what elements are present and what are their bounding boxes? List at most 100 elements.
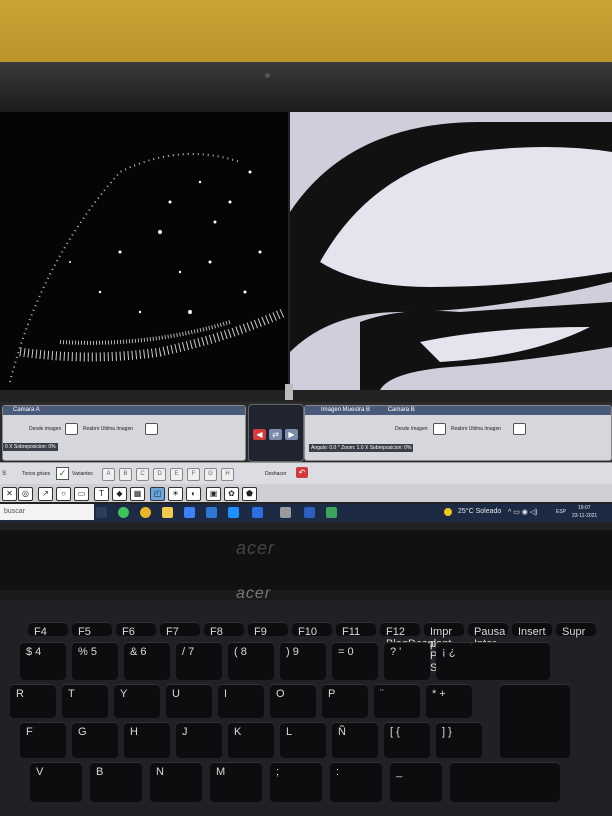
variant-c-button[interactable]: C	[136, 468, 149, 481]
variant-g-button[interactable]: G	[204, 468, 217, 481]
grid-tool-icon[interactable]: ▦	[130, 487, 145, 501]
key-r2-2[interactable]: Y	[114, 684, 160, 718]
tab-sample-image[interactable]: Imagen Muestra B	[321, 407, 370, 413]
key-fn-9[interactable]: Impr pant Pet Sis	[424, 622, 464, 674]
undo-icon[interactable]: ↶	[296, 467, 308, 478]
key-r2-7[interactable]: ¨	[374, 684, 420, 718]
whatsapp-icon[interactable]	[118, 507, 129, 518]
key-num-2[interactable]: & 6	[124, 642, 170, 680]
key-num-6[interactable]: = 0	[332, 642, 378, 680]
shift-key[interactable]	[450, 762, 560, 802]
brightness-icon[interactable]: ☀	[168, 487, 183, 501]
key-num-0[interactable]: $ 4	[20, 642, 66, 680]
key-r4-0[interactable]: V	[30, 762, 82, 802]
key-r2-8[interactable]: * +	[426, 684, 472, 718]
variant-b-button[interactable]: B	[119, 468, 132, 481]
app-icon-edge[interactable]	[252, 507, 263, 518]
key-r3-5[interactable]: L	[280, 722, 326, 758]
key-r3-7[interactable]: [ {	[384, 722, 430, 758]
key-r4-5[interactable]: :	[330, 762, 382, 802]
mail-icon[interactable]	[206, 507, 217, 518]
key-num-4[interactable]: ( 8	[228, 642, 274, 680]
key-fn-3[interactable]: F7	[160, 622, 200, 638]
store-icon[interactable]	[184, 507, 195, 518]
load-image-button-b[interactable]	[433, 423, 446, 435]
app-icon-blue[interactable]	[228, 507, 239, 518]
file-explorer-icon[interactable]	[162, 507, 173, 518]
key-num-3[interactable]: / 7	[176, 642, 222, 680]
key-r4-2[interactable]: N	[150, 762, 202, 802]
key-r4-4[interactable]: ;	[270, 762, 322, 802]
key-r3-1[interactable]: G	[72, 722, 118, 758]
key-fn-10[interactable]: Pausa Inter	[468, 622, 508, 650]
close-x-icon[interactable]: ✕	[2, 487, 17, 501]
key-r2-6[interactable]: P	[322, 684, 368, 718]
variant-h-button[interactable]: H	[221, 468, 234, 481]
variant-f-button[interactable]: F	[187, 468, 200, 481]
key-fn-5[interactable]: F9	[248, 622, 288, 638]
variant-a-button[interactable]: A	[102, 468, 115, 481]
key-r4-1[interactable]: B	[90, 762, 142, 802]
palette-icon[interactable]: ✿	[224, 487, 239, 501]
backspace-key[interactable]	[470, 642, 550, 680]
eye-icon-b[interactable]	[513, 423, 526, 435]
key-r4-6[interactable]: _	[390, 762, 442, 802]
key-fn-12[interactable]: Supr	[556, 622, 596, 638]
key-fn-11[interactable]: Insert	[512, 622, 552, 638]
key-r3-0[interactable]: F	[20, 722, 66, 758]
variant-d-button[interactable]: D	[153, 468, 166, 481]
key-num-7[interactable]: ? '	[384, 642, 430, 680]
key-r3-4[interactable]: K	[228, 722, 274, 758]
image-icon[interactable]: ▣	[206, 487, 221, 501]
key-fn-8[interactable]: F12 BloqDespl	[380, 622, 436, 650]
key-fn-2[interactable]: F6	[116, 622, 156, 638]
word-icon[interactable]	[304, 507, 315, 518]
key-r4-3[interactable]: M	[210, 762, 262, 802]
key-num-5[interactable]: ) 9	[280, 642, 326, 680]
variant-e-button[interactable]: E	[170, 468, 183, 481]
undo-label[interactable]: Deshacer	[265, 471, 286, 477]
reopen-last-image-label[interactable]: Reabrir Ultima Imagen	[83, 426, 133, 432]
key-r2-1[interactable]: T	[62, 684, 108, 718]
grayscale-checkbox[interactable]: ✓	[56, 467, 69, 480]
app-icon-green[interactable]	[326, 507, 337, 518]
key-r2-0[interactable]: R	[10, 684, 56, 718]
key-fn-1[interactable]: F5	[72, 622, 112, 638]
tab-camera-b[interactable]: Camara B	[388, 407, 415, 413]
fill-tool-icon[interactable]: ◆	[112, 487, 127, 501]
key-fn-4[interactable]: F8	[204, 622, 244, 638]
circle-tool-icon[interactable]: ○	[56, 487, 71, 501]
arrow-right-icon[interactable]: ▶	[285, 429, 298, 440]
text-tool-icon[interactable]: T	[94, 487, 109, 501]
key-r2-5[interactable]: O	[270, 684, 316, 718]
key-num-1[interactable]: % 5	[72, 642, 118, 680]
key-r3-3[interactable]: J	[176, 722, 222, 758]
key-r3-6[interactable]: Ñ	[332, 722, 378, 758]
key-fn-6[interactable]: F10	[292, 622, 332, 638]
rectangle-tool-icon[interactable]: ▭	[74, 487, 89, 501]
reopen-last-image-label-b[interactable]: Reabrir Ultima Imagen	[451, 426, 501, 432]
contrast-icon[interactable]: ◐	[186, 487, 201, 501]
key-r2-3[interactable]: U	[166, 684, 212, 718]
link-icon[interactable]: ⇄	[269, 429, 282, 440]
lasso-icon[interactable]: ◎	[18, 487, 33, 501]
key-r3-8[interactable]: ] }	[436, 722, 482, 758]
split-divider-handle[interactable]	[285, 384, 293, 400]
load-image-button[interactable]	[65, 423, 78, 435]
stamp-icon[interactable]: ⬟	[242, 487, 257, 501]
crop-tool-icon[interactable]: ◰	[150, 487, 165, 501]
eye-icon[interactable]	[145, 423, 158, 435]
clock-date[interactable]: 23-11-2021	[572, 513, 597, 519]
arrow-tool-icon[interactable]: ↗	[38, 487, 53, 501]
weather-label[interactable]: 25°C Soleado	[458, 508, 501, 515]
language-indicator[interactable]: ESP	[556, 509, 566, 515]
clock-time[interactable]: 19:07	[578, 505, 591, 511]
search-box[interactable]: buscar	[0, 504, 94, 520]
app-icon-gray[interactable]	[280, 507, 291, 518]
key-r2-4[interactable]: I	[218, 684, 264, 718]
key-fn-7[interactable]: F11	[336, 622, 376, 638]
key-fn-0[interactable]: F4	[28, 622, 68, 638]
tray-icons[interactable]: ^ ▭ ◉ ◁)	[508, 508, 538, 516]
chrome-icon[interactable]	[140, 507, 151, 518]
task-view-icon[interactable]	[96, 507, 107, 518]
